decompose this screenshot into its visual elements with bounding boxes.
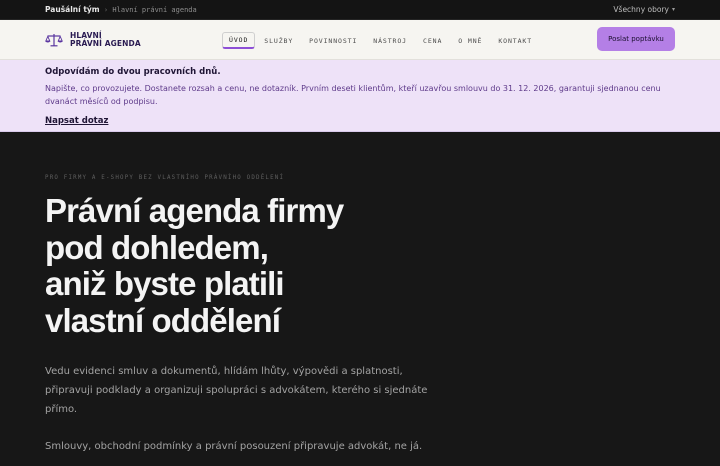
notice-text: Napište, co provozujete. Dostanete rozsa… — [45, 84, 661, 106]
main-nav: ÚVOD SLUŽBY POVINNOSTI NÁSTROJ CENA O MN… — [222, 32, 541, 49]
logo[interactable]: HLAVNÍ PRÁVNÍ AGENDA — [45, 31, 141, 48]
site-header: HLAVNÍ PRÁVNÍ AGENDA ÚVOD SLUŽBY POVINNO… — [0, 20, 720, 60]
nav-item-o-mne[interactable]: O MNĚ — [451, 33, 489, 49]
hero-disclaimer: Smlouvy, obchodní podmínky a právní poso… — [45, 441, 423, 452]
notice-banner: Odpovídám do dvou pracovních dnů. Napišt… — [0, 60, 720, 132]
nav-item-uvod[interactable]: ÚVOD — [222, 32, 256, 49]
hero-eyebrow: PRO FIRMY A E-SHOPY BEZ VLASTNÍHO PRÁVNÍ… — [45, 175, 285, 181]
hero-title-line-1: Právní agenda firmy — [45, 192, 344, 229]
breadcrumb-current: Hlavní právní agenda — [112, 5, 197, 14]
hero-lead: Vedu evidenci smluv a dokumentů, hlídám … — [45, 366, 428, 415]
breadcrumb-home-link[interactable]: Paušální tým — [45, 5, 100, 14]
breadcrumb: Paušální tým › Hlavní právní agenda — [45, 5, 197, 14]
logo-line-2: PRÁVNÍ AGENDA — [70, 38, 141, 48]
logo-text: HLAVNÍ PRÁVNÍ AGENDA — [70, 31, 141, 48]
nav-item-kontakt[interactable]: KONTAKT — [491, 33, 539, 49]
top-utility-bar: Paušální tým › Hlavní právní agenda Všec… — [0, 0, 720, 20]
nav-item-sluzby[interactable]: SLUŽBY — [257, 33, 300, 49]
write-question-link[interactable]: Napsat dotaz — [45, 116, 108, 126]
nav-item-cena[interactable]: CENA — [416, 33, 449, 49]
hero-title-line-3: aniž byste platili — [45, 265, 285, 302]
hero-title-line-4: vlastní oddělení — [45, 301, 281, 339]
fields-dropdown-label: Všechny obory — [613, 5, 669, 14]
nav-item-nastroj[interactable]: NÁSTROJ — [366, 33, 414, 49]
chevron-down-icon: ▾ — [671, 6, 675, 13]
fields-dropdown[interactable]: Všechny obory ▾ — [613, 5, 675, 14]
notice-title: Odpovídám do dvou pracovních dnů. — [45, 67, 221, 77]
hero-title-line-2: pod dohledem, — [45, 228, 269, 266]
send-inquiry-button[interactable]: Poslat poptávku — [597, 27, 675, 51]
breadcrumb-separator: › — [104, 5, 108, 14]
scales-icon — [45, 33, 63, 46]
nav-item-povinnosti[interactable]: POVINNOSTI — [302, 33, 364, 49]
hero-section: PRO FIRMY A E-SHOPY BEZ VLASTNÍHO PRÁVNÍ… — [45, 132, 675, 466]
hero-title: Právní agenda firmy pod dohledem, aniž b… — [45, 192, 465, 339]
